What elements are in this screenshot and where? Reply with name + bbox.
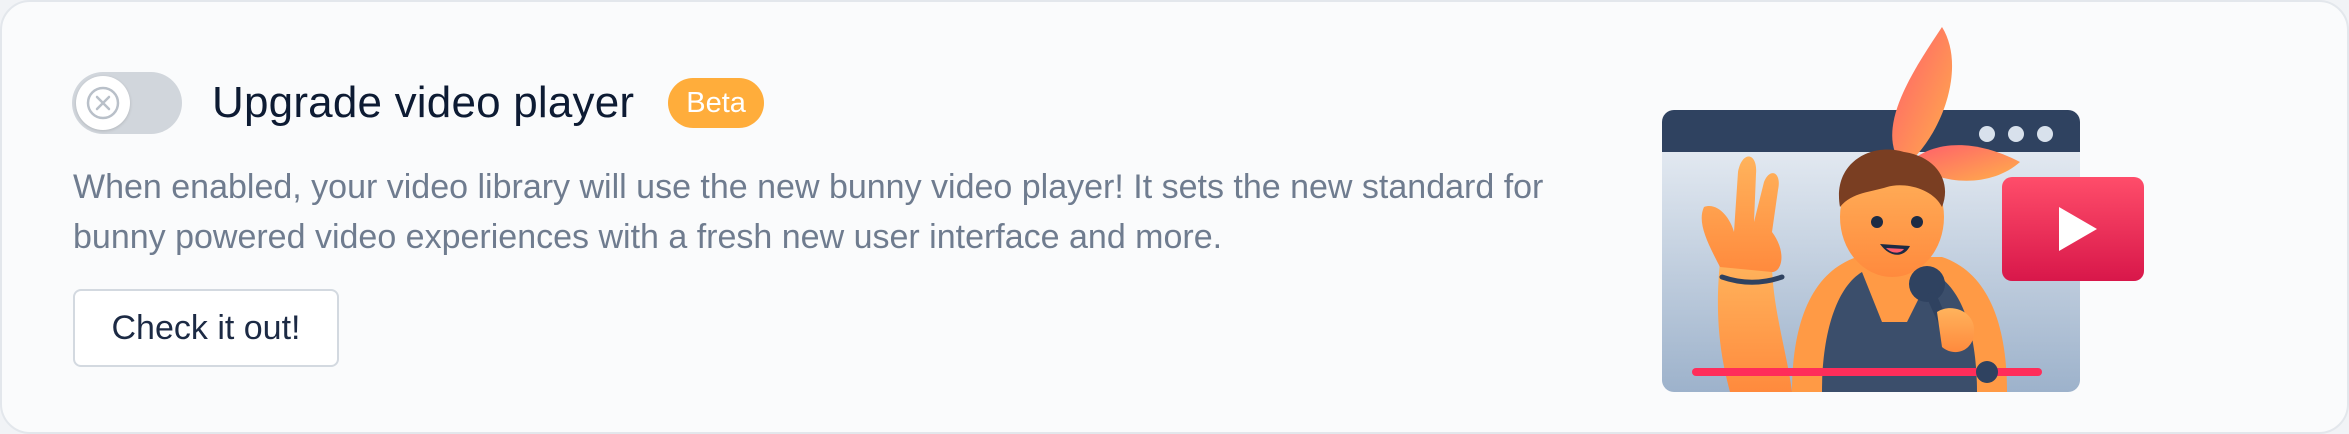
- feature-description: When enabled, your video library will us…: [73, 168, 1544, 256]
- bunny-singer-video-player-illustration: [1662, 27, 2144, 392]
- x-icon: [86, 86, 120, 120]
- check-it-out-button[interactable]: Check it out!: [73, 289, 339, 367]
- feature-card: Upgrade video player Beta When enabled, …: [0, 0, 2349, 434]
- beta-badge: Beta: [668, 78, 764, 128]
- feature-toggle[interactable]: [72, 72, 182, 134]
- feature-title: Upgrade video player: [212, 78, 635, 127]
- toggle-knob: [76, 76, 130, 130]
- feature-header: Upgrade video player Beta: [72, 72, 764, 134]
- play-button-graphic: [2002, 177, 2144, 281]
- singer-head: [1838, 149, 1946, 277]
